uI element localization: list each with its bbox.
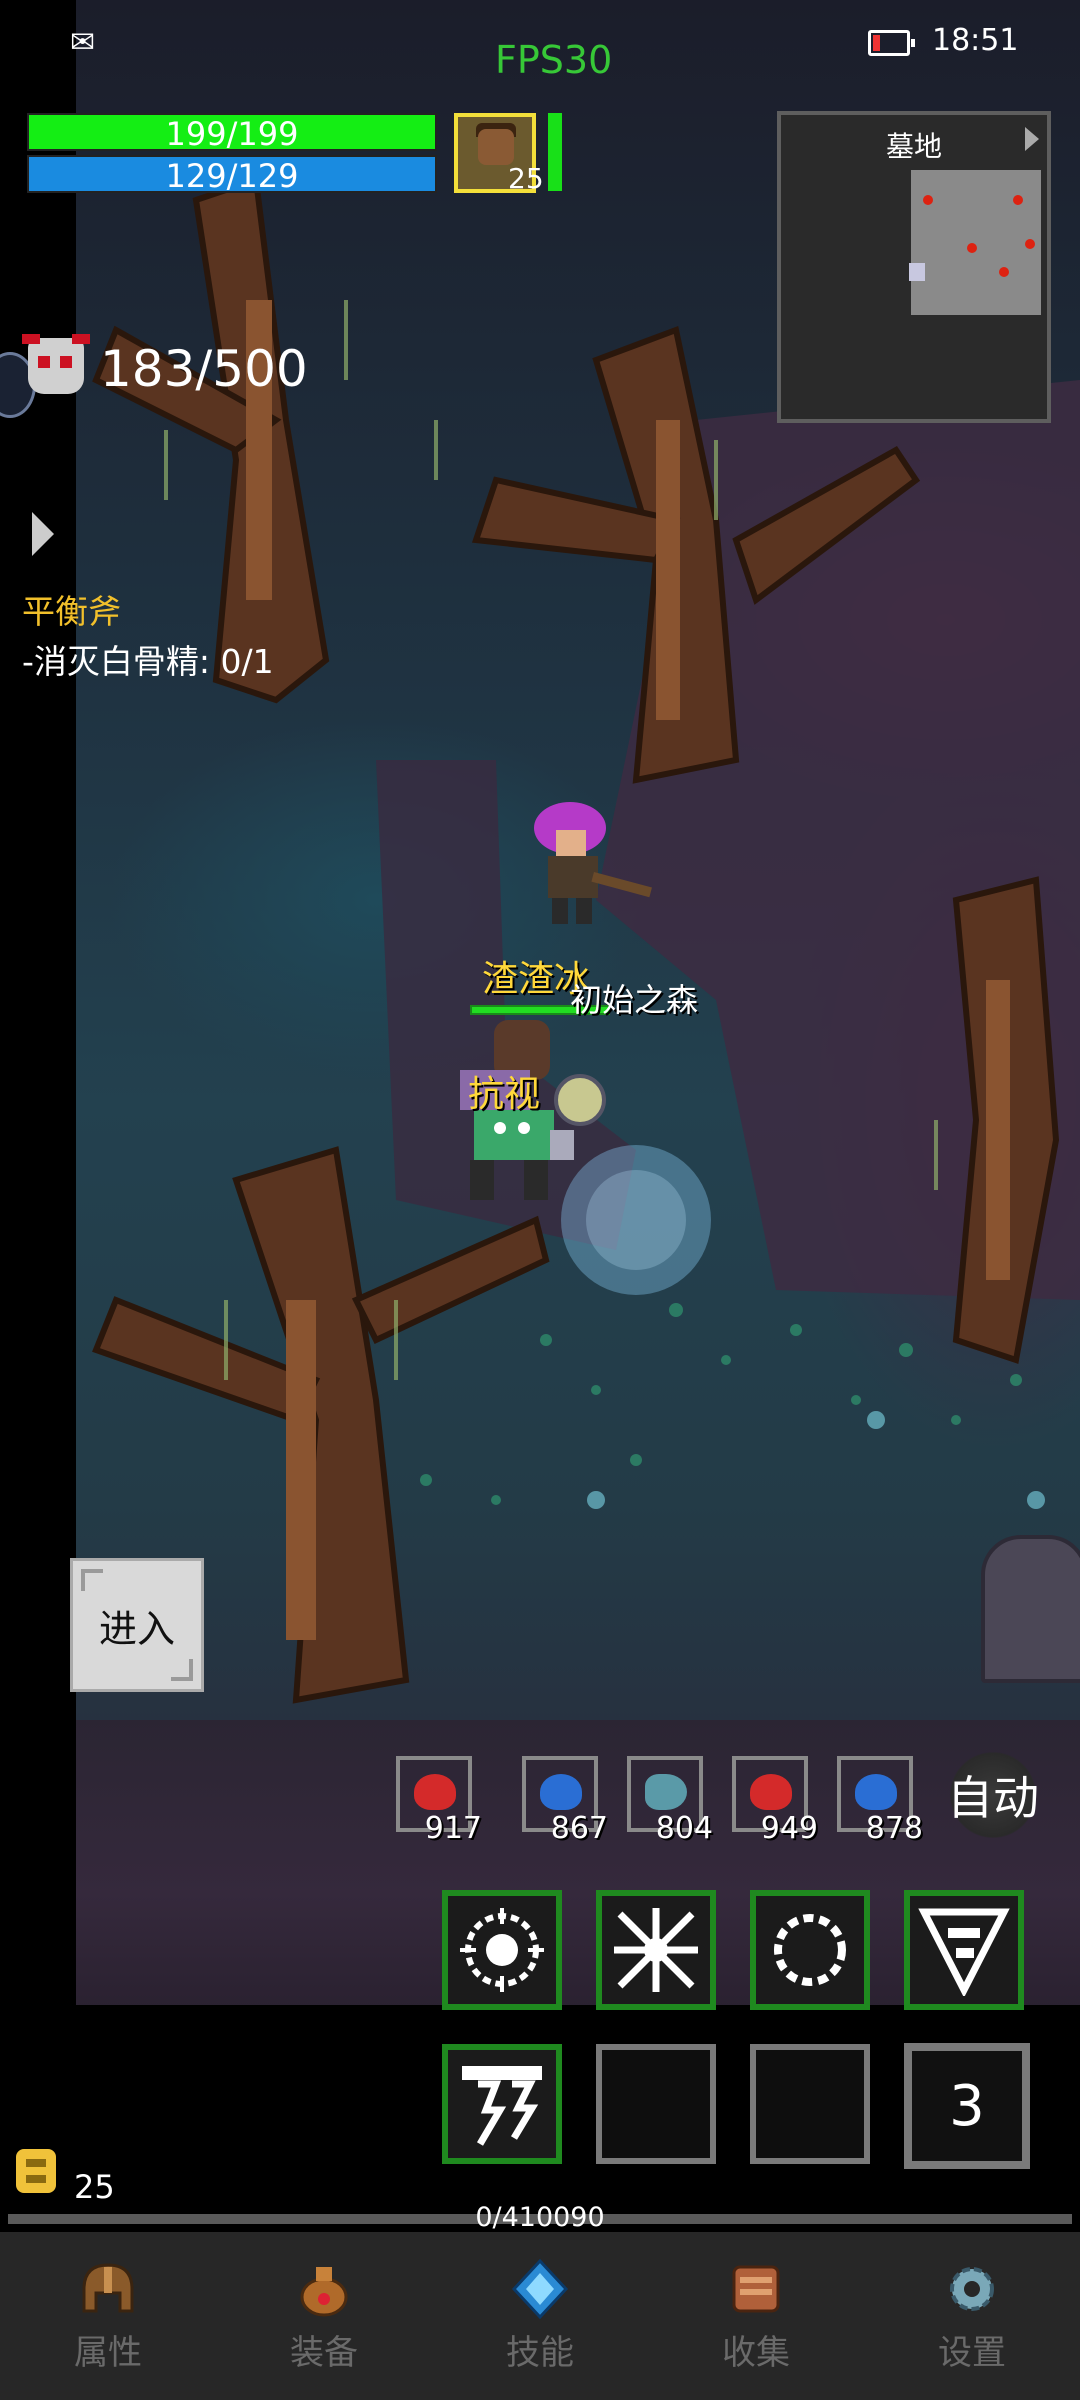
nav-attributes[interactable]: 属性: [0, 2232, 216, 2400]
skill-slot-4[interactable]: [904, 1890, 1024, 2010]
minimap[interactable]: 墓地: [777, 111, 1051, 423]
clock: 18:51: [932, 23, 1019, 58]
minimap-expand-arrow-icon[interactable]: [1025, 127, 1039, 151]
portrait-face: [478, 129, 514, 165]
minimap-room: [911, 170, 1041, 315]
blue-potion-icon: [855, 1774, 897, 1810]
lightning-storm-icon: [462, 2066, 542, 2146]
potion-slot-4[interactable]: 949: [728, 1752, 818, 1846]
potion-slot-1[interactable]: 917: [392, 1752, 482, 1846]
bag-icon: [300, 2266, 348, 2316]
nav-label: 收集: [722, 2332, 790, 2373]
nav-label: 属性: [74, 2332, 142, 2373]
minimap-title: 墓地: [885, 130, 942, 163]
stamina-bar: [548, 113, 562, 191]
auto-button[interactable]: 自动: [938, 1752, 1048, 1838]
skill-slot-empty[interactable]: [596, 2044, 716, 2164]
nav-label: 技能: [506, 2332, 574, 2373]
crystal-icon: [511, 2258, 569, 2319]
gold-coin-icon: [16, 2149, 56, 2193]
radiant-burst-icon: [460, 1908, 544, 1992]
player-character[interactable]: [510, 800, 660, 930]
quest-title[interactable]: 平衡斧: [22, 585, 121, 633]
minimap-enemy-marker: [999, 267, 1009, 277]
battery-low-icon: [868, 30, 915, 56]
demon-skull-icon: [22, 334, 84, 394]
potion-slot-3[interactable]: 804: [623, 1752, 713, 1846]
bottom-navigation: 属性 装备 技能 收集 设置: [0, 2232, 1080, 2400]
potion-count: 878: [865, 1811, 923, 1846]
chat-bubbles-icon: ✉: [70, 25, 96, 60]
red-potion-icon: [414, 1774, 456, 1810]
minimap-enemy-marker: [1013, 195, 1023, 205]
gold-count: 25: [74, 2168, 115, 2206]
ring-icon: [774, 1914, 846, 1986]
hp-bar: 199/199: [27, 113, 437, 153]
nav-skills[interactable]: 技能: [432, 2232, 648, 2400]
kill-count: 183/500: [100, 340, 308, 398]
mp-bar: 129/129: [27, 155, 437, 195]
potion-count: 804: [655, 1811, 713, 1846]
fps-counter: FPS30: [495, 38, 613, 82]
experience-text: 0/410090: [475, 2202, 605, 2233]
minimap-player-marker: [909, 263, 925, 281]
red-potion-icon: [750, 1774, 792, 1810]
skill-slot-1[interactable]: [442, 1890, 562, 2010]
enter-button[interactable]: 进入: [70, 1558, 204, 1692]
expand-panel-arrow-icon[interactable]: [32, 512, 54, 556]
fish-icon: [645, 1774, 687, 1810]
potion-count: 867: [550, 1811, 608, 1846]
tombstone: [981, 1535, 1080, 1683]
nav-label: 装备: [290, 2332, 358, 2373]
player-level: 25: [508, 162, 544, 195]
skill-slot-3[interactable]: [750, 1890, 870, 2010]
minimap-enemy-marker: [923, 195, 933, 205]
minimap-enemy-marker: [1025, 239, 1035, 249]
nav-collection[interactable]: 收集: [648, 2232, 864, 2400]
nav-settings[interactable]: 设置: [864, 2232, 1080, 2400]
nav-label: 设置: [938, 2332, 1006, 2373]
area-name: 初始之森: [570, 981, 699, 1019]
skill-slot-2[interactable]: [596, 1890, 716, 2010]
skill-slot-empty[interactable]: [750, 2044, 870, 2164]
gear-icon: [950, 2266, 994, 2311]
skill-slot-5[interactable]: [442, 2044, 562, 2164]
minimap-enemy-marker: [967, 243, 977, 253]
nav-equipment[interactable]: 装备: [216, 2232, 432, 2400]
skill-page-button[interactable]: 3: [904, 2043, 1030, 2169]
whirlwind-icon: [918, 1908, 1010, 1996]
book-icon: [732, 2265, 780, 2312]
shatter-star-icon: [614, 1908, 698, 1992]
potion-slot-2[interactable]: 867: [518, 1752, 608, 1846]
quest-objective: -消灭白骨精: 0/1: [22, 642, 274, 681]
potion-count: 949: [760, 1811, 818, 1846]
potion-slot-5[interactable]: 878: [833, 1752, 923, 1846]
ally-name: 抗视: [468, 1074, 541, 1115]
blue-potion-icon: [540, 1774, 582, 1810]
helmet-icon: [82, 2262, 134, 2312]
potion-count: 917: [424, 1811, 482, 1846]
